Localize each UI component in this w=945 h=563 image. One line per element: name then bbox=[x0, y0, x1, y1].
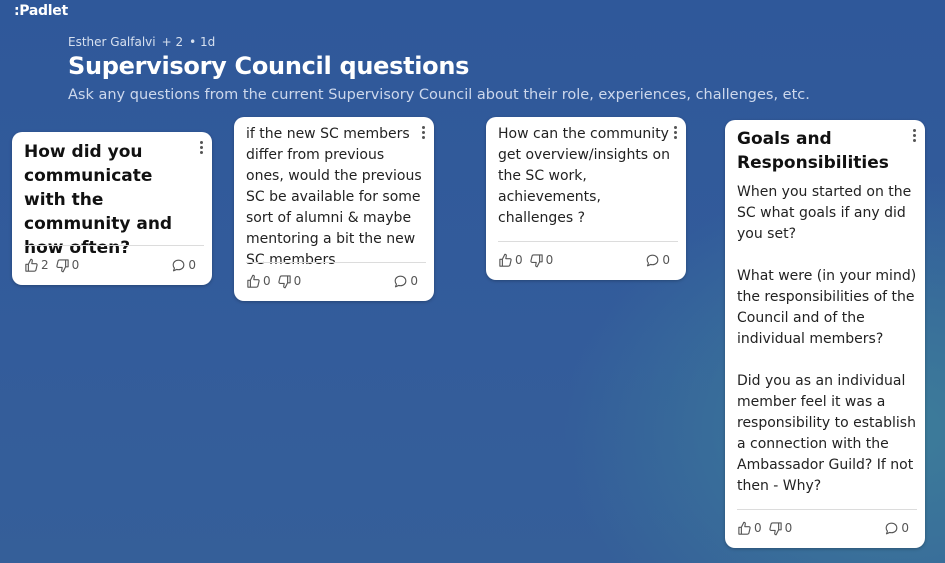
thumbs-down-icon bbox=[529, 253, 543, 267]
comment-count: 0 bbox=[188, 258, 196, 272]
comment-button[interactable]: 0 bbox=[884, 521, 909, 536]
page-subtitle: Ask any questions from the current Super… bbox=[68, 87, 810, 103]
card-divider bbox=[498, 241, 678, 242]
collaborator-count[interactable]: + 2 bbox=[162, 35, 184, 49]
dislike-count: 0 bbox=[784, 521, 793, 535]
page-title: Supervisory Council questions bbox=[68, 52, 470, 80]
comment-button[interactable]: 0 bbox=[171, 258, 196, 273]
card-divider bbox=[737, 509, 917, 510]
post-card[interactable]: How did you communicate with the communi… bbox=[12, 132, 212, 285]
card-actions: 0 0 0 bbox=[498, 250, 676, 270]
author-name[interactable]: Esther Galfalvi bbox=[68, 35, 156, 49]
like-button[interactable]: 2 bbox=[24, 258, 49, 273]
comment-count: 0 bbox=[410, 274, 418, 288]
post-age: • 1d bbox=[189, 35, 216, 49]
dislike-button[interactable]: 0 bbox=[277, 274, 302, 289]
like-button[interactable]: 0 bbox=[498, 253, 523, 268]
comment-icon bbox=[172, 259, 185, 271]
dislike-button[interactable]: 0 bbox=[768, 521, 793, 536]
like-button[interactable]: 0 bbox=[737, 521, 762, 536]
like-button[interactable]: 0 bbox=[246, 274, 271, 289]
card-divider bbox=[24, 245, 204, 246]
more-options-icon[interactable] bbox=[909, 128, 919, 144]
card-body: When you started on the SC what goals if… bbox=[737, 184, 917, 494]
thumbs-up-icon bbox=[499, 253, 512, 267]
like-count: 0 bbox=[263, 274, 271, 288]
comment-icon bbox=[394, 275, 407, 287]
thumbs-up-icon bbox=[247, 274, 260, 288]
card-actions: 0 0 0 bbox=[737, 518, 915, 538]
post-card[interactable]: if the new SC members differ from previo… bbox=[234, 117, 434, 301]
dislike-button[interactable]: 0 bbox=[55, 258, 80, 273]
dislike-count: 0 bbox=[71, 258, 80, 272]
dislike-count: 0 bbox=[293, 274, 302, 288]
more-options-icon[interactable] bbox=[196, 140, 206, 156]
post-card[interactable]: Goals and Responsibilities When you star… bbox=[725, 120, 925, 548]
thumbs-down-icon bbox=[768, 521, 782, 535]
post-card[interactable]: How can the community get overview/insig… bbox=[486, 117, 686, 280]
card-body: if the new SC members differ from previo… bbox=[246, 126, 422, 268]
like-count: 0 bbox=[515, 253, 523, 267]
padlet-logo[interactable]: :Padlet bbox=[14, 3, 68, 19]
thumbs-down-icon bbox=[277, 274, 291, 288]
comment-count: 0 bbox=[901, 521, 909, 535]
comment-icon bbox=[885, 522, 898, 534]
post-meta: Esther Galfalvi + 2 • 1d bbox=[68, 35, 215, 49]
card-title: Goals and Responsibilities bbox=[737, 129, 889, 173]
like-count: 0 bbox=[754, 521, 762, 535]
thumbs-up-icon bbox=[738, 521, 751, 535]
comment-icon bbox=[646, 254, 659, 266]
thumbs-down-icon bbox=[55, 258, 69, 272]
dislike-count: 0 bbox=[545, 253, 554, 267]
comment-count: 0 bbox=[662, 253, 670, 267]
like-count: 2 bbox=[41, 258, 49, 272]
card-actions: 2 0 0 bbox=[24, 255, 202, 275]
card-actions: 0 0 0 bbox=[246, 271, 424, 291]
card-divider bbox=[246, 262, 426, 263]
card-body: How can the community get overview/insig… bbox=[498, 126, 670, 226]
comment-button[interactable]: 0 bbox=[393, 274, 418, 289]
dislike-button[interactable]: 0 bbox=[529, 253, 554, 268]
comment-button[interactable]: 0 bbox=[645, 253, 670, 268]
card-title: How did you communicate with the communi… bbox=[24, 142, 173, 258]
thumbs-up-icon bbox=[25, 258, 38, 272]
